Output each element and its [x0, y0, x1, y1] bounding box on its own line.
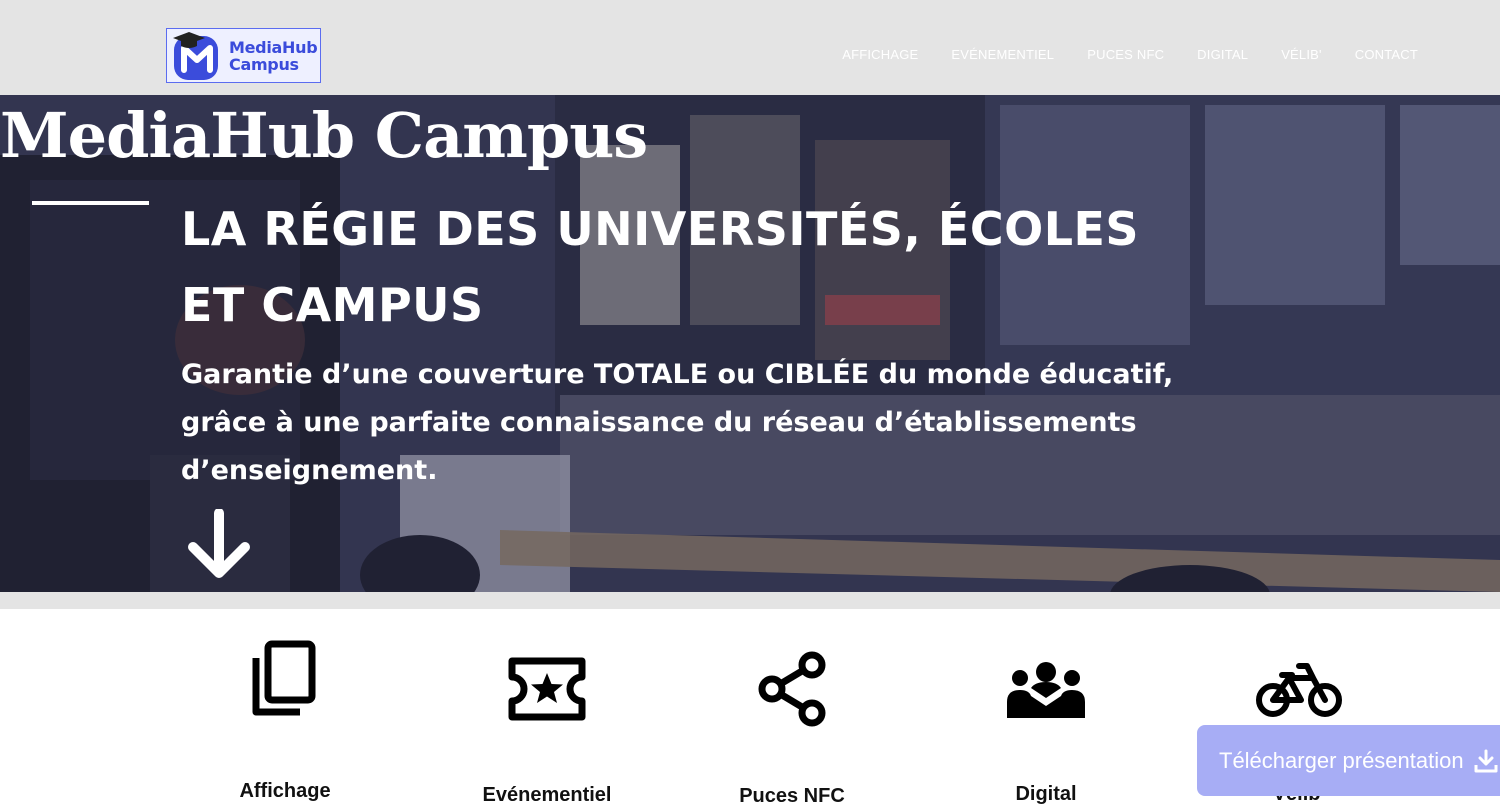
feature-puces-nfc[interactable]: Puces NFC	[692, 650, 892, 808]
bicycle-icon	[1256, 663, 1342, 717]
main-nav: AFFICHAGE EVÉNEMENTIEL PUCES NFC DIGITAL…	[809, 47, 1418, 62]
logo-line-2: Campus	[229, 54, 299, 74]
hero-description: Garantie d’une couverture TOTALE ou CIBL…	[181, 359, 1174, 486]
nav-velib[interactable]: VÉLIB'	[1281, 47, 1322, 62]
logo-line-1: MediaHub	[229, 37, 318, 57]
ticket-star-icon	[508, 657, 586, 721]
nav-affichage[interactable]: AFFICHAGE	[842, 47, 918, 62]
logo-text: MediaHub Campus	[229, 37, 318, 74]
group-icon	[1007, 662, 1085, 718]
feature-digital[interactable]: Digital	[946, 660, 1146, 806]
hero-divider	[32, 201, 149, 205]
share-icon	[758, 651, 826, 727]
section-divider-strip	[0, 592, 1500, 609]
nav-evenementiel[interactable]: EVÉNEMENTIEL	[951, 47, 1054, 62]
feature-label: Puces NFC	[739, 785, 845, 807]
nav-digital[interactable]: DIGITAL	[1197, 47, 1248, 62]
download-label: Télécharger présentation	[1219, 747, 1464, 773]
nav-puces-nfc[interactable]: PUCES NFC	[1087, 47, 1164, 62]
feature-label: Evénementiel	[482, 784, 612, 806]
feature-evenementiel[interactable]: Evénementiel	[447, 657, 647, 807]
feature-label: Digital	[1015, 783, 1077, 805]
site-header: MediaHub Campus AFFICHAGE EVÉNEMENTIEL P…	[0, 0, 1500, 95]
feature-affichage[interactable]: Affichage	[185, 640, 385, 803]
copy-icon	[252, 640, 316, 716]
download-icon	[1474, 749, 1498, 773]
hero-tagline: LA RÉGIE DES UNIVERSITÉS, ÉCOLES ET CAMP…	[181, 202, 1140, 332]
arrow-down-icon[interactable]	[185, 509, 253, 581]
nav-contact[interactable]: CONTACT	[1355, 47, 1418, 62]
hero-section: MediaHub Campus LA RÉGIE DES UNIVERSITÉS…	[0, 95, 1500, 592]
feature-label: Affichage	[239, 780, 331, 802]
mediahub-logo-icon	[173, 31, 218, 80]
logo-link[interactable]: MediaHub Campus	[166, 28, 321, 83]
download-presentation-button[interactable]: Télécharger présentation	[1197, 725, 1500, 796]
brand-title: MediaHub Campus	[0, 99, 648, 172]
